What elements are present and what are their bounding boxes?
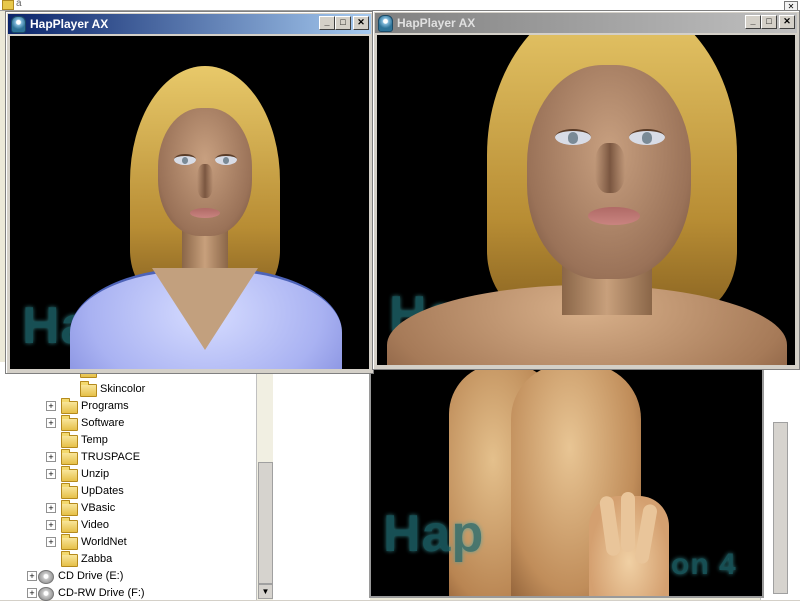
avatar-eye (555, 129, 591, 145)
avatar-nose (197, 164, 213, 198)
avatar-lips (588, 207, 640, 225)
expand-icon[interactable]: + (46, 401, 56, 411)
watermark-version: on 4 (671, 548, 737, 581)
tree-item-label: VBasic (81, 502, 116, 514)
expand-icon[interactable]: + (27, 571, 37, 581)
folder-icon (61, 551, 78, 567)
avatar-render-viewport-2[interactable]: Hap (377, 35, 795, 365)
tree-item-label: Video (81, 519, 109, 531)
right-scrollbar[interactable] (760, 362, 800, 600)
window-title: HapPlayer AX (397, 16, 476, 30)
minimize-button[interactable]: _ (745, 15, 761, 29)
folder-icon (61, 483, 78, 499)
close-button[interactable]: ✕ (353, 16, 369, 30)
avatar-nose (595, 143, 625, 193)
scroll-down-arrow-icon[interactable]: ▼ (258, 584, 273, 599)
folder-icon (61, 415, 78, 431)
cd-drive-icon (38, 587, 54, 601)
tree-item-label: UpDates (81, 485, 124, 497)
expand-icon[interactable]: + (46, 503, 56, 513)
folder-icon (61, 500, 78, 516)
tree-item-label: Zabba (81, 553, 113, 565)
expand-icon[interactable]: + (46, 452, 56, 462)
maximize-button[interactable]: □ (761, 15, 777, 29)
expand-icon[interactable]: + (27, 588, 37, 598)
folder-icon (61, 449, 78, 465)
happlayer-app-icon (378, 15, 393, 32)
avatar-render-viewport-3[interactable]: Hap on 4 (369, 362, 764, 598)
close-button[interactable]: ✕ (779, 15, 795, 29)
expand-icon[interactable]: + (46, 418, 56, 428)
tree-item-label: Temp (81, 434, 108, 446)
avatar-eye (174, 154, 196, 165)
tree-item-label: Skincolor (100, 383, 146, 395)
tree-item-label: TRUSPACE (81, 451, 141, 463)
happlayer-titlebar[interactable]: HapPlayer AX _ □ ✕ (375, 13, 797, 33)
explorer-title: a (16, 0, 22, 9)
folder-icon (61, 466, 78, 482)
window-title: HapPlayer AX (30, 17, 109, 31)
happlayer-window-2[interactable]: HapPlayer AX _ □ ✕ Hap (372, 10, 800, 370)
tree-item-label: Software (81, 417, 125, 429)
scrollbar-thumb[interactable] (773, 422, 788, 594)
avatar-render-viewport-1[interactable]: Hap (10, 36, 369, 369)
scrollbar-thumb[interactable] (258, 462, 273, 584)
tree-item-label: CD-RW Drive (F:) (58, 587, 145, 599)
expand-icon[interactable]: + (46, 469, 56, 479)
folder-icon (61, 534, 78, 550)
folder-tree: ScreenRanter Skincolor + Programs + Soft… (0, 362, 257, 601)
cd-drive-icon (38, 570, 54, 584)
maximize-button[interactable]: □ (335, 16, 351, 30)
happlayer-titlebar[interactable]: HapPlayer AX _ □ ✕ (8, 14, 371, 34)
watermark-logo: Hap (383, 505, 485, 563)
avatar-lips (190, 208, 220, 218)
expand-icon[interactable]: + (46, 520, 56, 530)
file-list-pane (273, 362, 370, 600)
tree-scrollbar[interactable]: ▼ (256, 362, 273, 600)
folder-icon (80, 381, 97, 397)
happlayer-window-1[interactable]: HapPlayer AX _ □ ✕ Hap (5, 11, 374, 374)
folder-icon (61, 517, 78, 533)
expand-icon[interactable]: + (46, 537, 56, 547)
tree-item-label: WorldNet (81, 536, 127, 548)
tree-item-label: CD Drive (E:) (58, 570, 124, 582)
folder-icon (2, 0, 14, 10)
avatar-eye (215, 154, 237, 165)
tree-item-label: Programs (81, 400, 129, 412)
folder-icon (61, 432, 78, 448)
avatar-finger (621, 492, 635, 552)
folder-icon (61, 398, 78, 414)
avatar-eye (629, 129, 665, 145)
tree-item-label: Unzip (81, 468, 110, 480)
minimize-button[interactable]: _ (319, 16, 335, 30)
happlayer-app-icon (11, 16, 26, 33)
